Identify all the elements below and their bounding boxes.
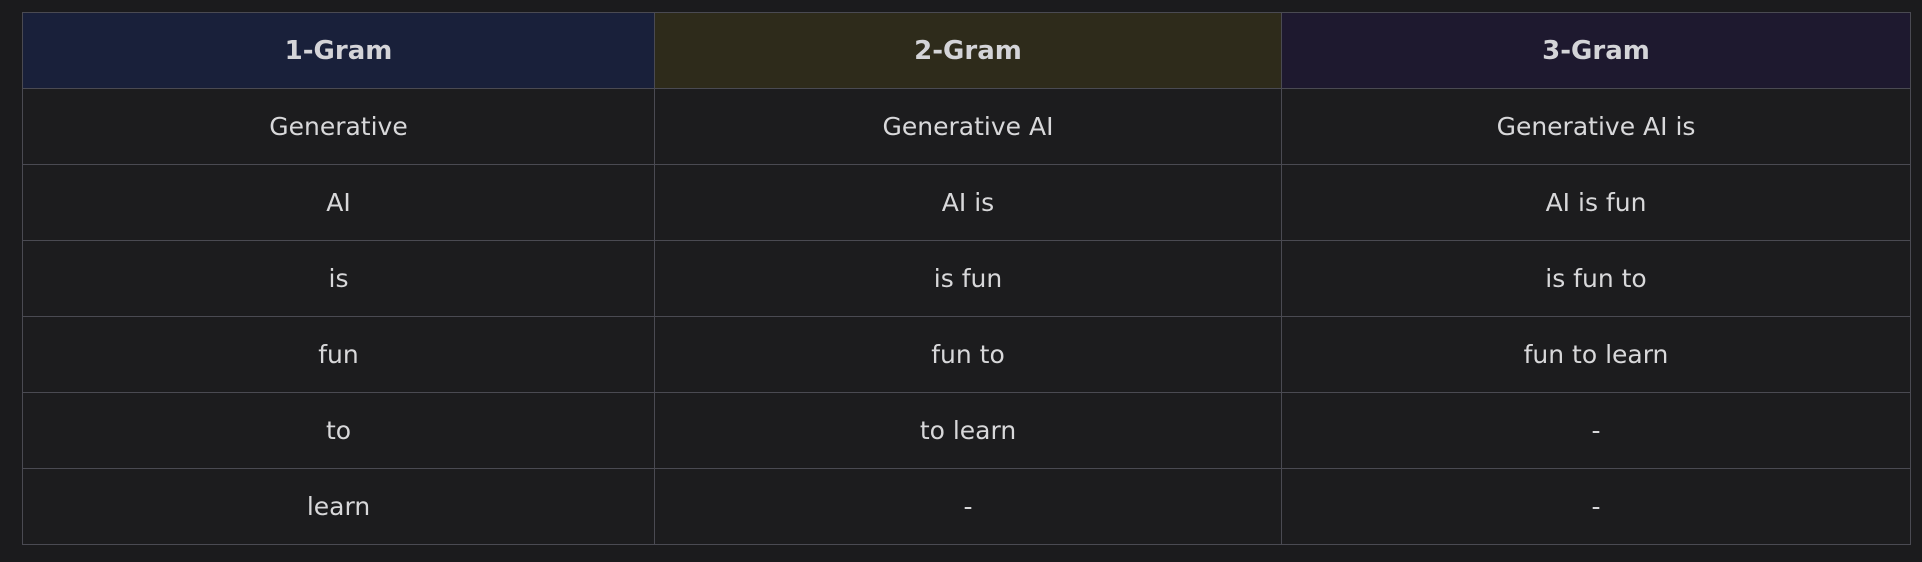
page: 1-Gram 2-Gram 3-Gram Generative Generati… xyxy=(0,0,1922,562)
cell-3-gram: - xyxy=(1281,468,1911,545)
cell-2-gram: Generative AI xyxy=(654,88,1282,165)
table-row: to to learn - xyxy=(22,392,1911,469)
cell-2-gram: is fun xyxy=(654,240,1282,317)
cell-1-gram: AI xyxy=(22,164,655,241)
cell-2-gram: - xyxy=(654,468,1282,545)
table-row: learn - - xyxy=(22,468,1911,545)
cell-1-gram: Generative xyxy=(22,88,655,165)
cell-1-gram: is xyxy=(22,240,655,317)
cell-2-gram: fun to xyxy=(654,316,1282,393)
table-header-row: 1-Gram 2-Gram 3-Gram xyxy=(22,12,1911,89)
cell-3-gram: AI is fun xyxy=(1281,164,1911,241)
table-row: fun fun to fun to learn xyxy=(22,316,1911,393)
cell-1-gram: fun xyxy=(22,316,655,393)
header-1-gram: 1-Gram xyxy=(22,12,655,89)
header-2-gram: 2-Gram xyxy=(654,12,1282,89)
cell-1-gram: learn xyxy=(22,468,655,545)
cell-1-gram: to xyxy=(22,392,655,469)
ngram-table: 1-Gram 2-Gram 3-Gram Generative Generati… xyxy=(22,12,1911,545)
table-row: is is fun is fun to xyxy=(22,240,1911,317)
cell-3-gram: Generative AI is xyxy=(1281,88,1911,165)
cell-2-gram: to learn xyxy=(654,392,1282,469)
cell-2-gram: AI is xyxy=(654,164,1282,241)
cell-3-gram: is fun to xyxy=(1281,240,1911,317)
header-3-gram: 3-Gram xyxy=(1281,12,1911,89)
cell-3-gram: - xyxy=(1281,392,1911,469)
table-row: Generative Generative AI Generative AI i… xyxy=(22,88,1911,165)
cell-3-gram: fun to learn xyxy=(1281,316,1911,393)
table-row: AI AI is AI is fun xyxy=(22,164,1911,241)
